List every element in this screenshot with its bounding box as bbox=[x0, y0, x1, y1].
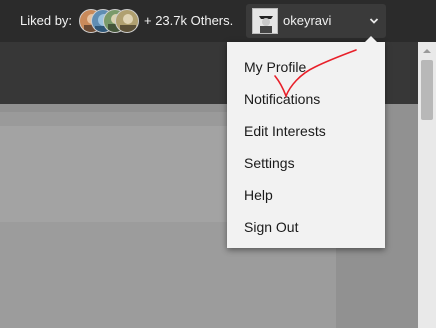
menu-item-help[interactable]: Help bbox=[227, 179, 385, 211]
menu-item-edit-interests[interactable]: Edit Interests bbox=[227, 115, 385, 147]
scroll-up-icon[interactable] bbox=[422, 46, 432, 56]
username: okeyravi bbox=[283, 13, 332, 28]
menu-item-settings[interactable]: Settings bbox=[227, 147, 385, 179]
user-menu-button[interactable]: okeyravi bbox=[246, 4, 386, 38]
scrollbar-thumb[interactable] bbox=[421, 60, 433, 120]
liked-by-label: Liked by: bbox=[20, 13, 73, 28]
others-count[interactable]: + 23.7k Others. bbox=[144, 13, 233, 28]
menu-item-sign-out[interactable]: Sign Out bbox=[227, 211, 385, 243]
menu-item-notifications[interactable]: Notifications bbox=[227, 83, 385, 115]
user-avatar bbox=[252, 8, 278, 34]
chevron-down-icon[interactable] bbox=[369, 16, 379, 26]
liker-avatars[interactable] bbox=[79, 9, 139, 33]
user-dropdown-menu: My Profile Notifications Edit Interests … bbox=[227, 36, 385, 248]
menu-item-my-profile[interactable]: My Profile bbox=[227, 51, 385, 83]
page-scrollbar[interactable] bbox=[418, 42, 436, 328]
liker-avatar[interactable] bbox=[115, 9, 139, 33]
